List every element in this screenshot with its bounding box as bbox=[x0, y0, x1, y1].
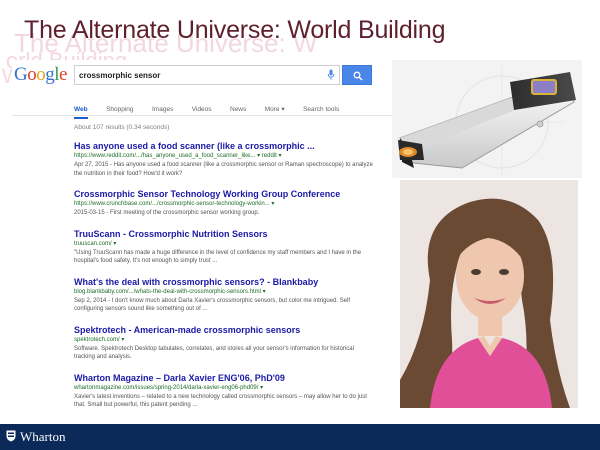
result-url[interactable]: https://www.crunchbase.com/.../crossmorp… bbox=[74, 200, 374, 209]
result-title-link[interactable]: What's the deal with crossmorphic sensor… bbox=[74, 276, 374, 288]
search-button[interactable] bbox=[342, 65, 372, 85]
result-title-link[interactable]: Wharton Magazine – Darla Xavier ENG'06, … bbox=[74, 372, 374, 384]
search-box bbox=[74, 65, 340, 85]
logo-letter: e bbox=[59, 64, 67, 85]
tabs-divider bbox=[12, 115, 392, 116]
search-input[interactable] bbox=[79, 68, 315, 83]
result-title-link[interactable]: Has anyone used a food scanner (like a c… bbox=[74, 140, 374, 152]
search-result: Has anyone used a food scanner (like a c… bbox=[74, 140, 374, 178]
search-result: TruuScann - Crossmorphic Nutrition Senso… bbox=[74, 228, 374, 266]
result-url[interactable]: spektrotech.com/ ▾ bbox=[74, 336, 374, 345]
result-snippet: 2015-03-15 - First meeting of the crossm… bbox=[74, 210, 260, 216]
tab-images[interactable]: Images bbox=[152, 106, 173, 113]
result-url[interactable]: whartonmagazine.com/issues/spring-2014/d… bbox=[74, 384, 374, 393]
search-tabs: Web Shopping Images Videos News More ▾ S… bbox=[74, 98, 353, 119]
shield-icon bbox=[6, 430, 16, 442]
tab-search-tools[interactable]: Search tools bbox=[303, 106, 339, 113]
result-snippet: "Using TruuScann has made a huge differe… bbox=[74, 249, 362, 265]
result-url[interactable]: https://www.reddit.com/.../has_anyone_us… bbox=[74, 152, 374, 161]
google-logo[interactable]: Google bbox=[14, 64, 67, 86]
results-list: Has anyone used a food scanner (like a c… bbox=[74, 140, 374, 420]
woman-portrait-photo bbox=[400, 180, 578, 408]
search-result: What's the deal with crossmorphic sensor… bbox=[74, 276, 374, 314]
footer-brand: Wharton bbox=[20, 429, 66, 444]
logo-letter: g bbox=[45, 64, 55, 85]
logo-letter: o bbox=[36, 64, 46, 85]
footer-bar: Wharton bbox=[0, 424, 600, 450]
result-title-link[interactable]: TruuScann - Crossmorphic Nutrition Senso… bbox=[74, 228, 374, 240]
handheld-scanner-illustration bbox=[392, 60, 582, 178]
result-title-link[interactable]: Crossmorphic Sensor Technology Working G… bbox=[74, 188, 374, 200]
tab-videos[interactable]: Videos bbox=[192, 106, 212, 113]
slide: The Alternate Universe: W orld Building … bbox=[0, 0, 600, 450]
search-result: Crossmorphic Sensor Technology Working G… bbox=[74, 188, 374, 218]
logo-letter: o bbox=[27, 64, 37, 85]
result-title-link[interactable]: Spektrotech - American-made crossmorphic… bbox=[74, 324, 374, 336]
tab-more[interactable]: More ▾ bbox=[265, 105, 285, 113]
result-stats: About 107 results (0.34 seconds) bbox=[74, 124, 170, 131]
result-snippet: Sep 2, 2014 - I don't know much about Da… bbox=[74, 297, 351, 313]
search-results-screenshot: Google Web Shopping Images Vid bbox=[12, 60, 392, 420]
logo-letter: G bbox=[14, 64, 28, 85]
scanner-image bbox=[392, 60, 582, 178]
slide-title: The Alternate Universe: World Building bbox=[24, 16, 446, 44]
portrait-image bbox=[400, 180, 578, 408]
search-result: Wharton Magazine – Darla Xavier ENG'06, … bbox=[74, 372, 374, 410]
result-url[interactable]: blog.blankbaby.com/.../whats-the-deal-wi… bbox=[74, 288, 374, 297]
tab-news[interactable]: News bbox=[230, 106, 246, 113]
microphone-icon[interactable] bbox=[327, 69, 335, 81]
search-header: Google bbox=[12, 60, 392, 92]
tab-shopping[interactable]: Shopping bbox=[106, 106, 133, 113]
result-snippet: Software. Spektrotech Desktop tabulates,… bbox=[74, 345, 354, 361]
result-snippet: Xavier's latest inventions – related to … bbox=[74, 393, 367, 409]
result-snippet: Apr 27, 2015 - Has anyone used a food sc… bbox=[74, 162, 373, 177]
search-result: Spektrotech - American-made crossmorphic… bbox=[74, 324, 374, 362]
search-icon bbox=[353, 71, 363, 81]
tab-web[interactable]: Web bbox=[74, 106, 88, 119]
result-url[interactable]: truuscan.com/ ▾ bbox=[74, 240, 374, 249]
wharton-logo[interactable]: Wharton bbox=[6, 429, 65, 445]
